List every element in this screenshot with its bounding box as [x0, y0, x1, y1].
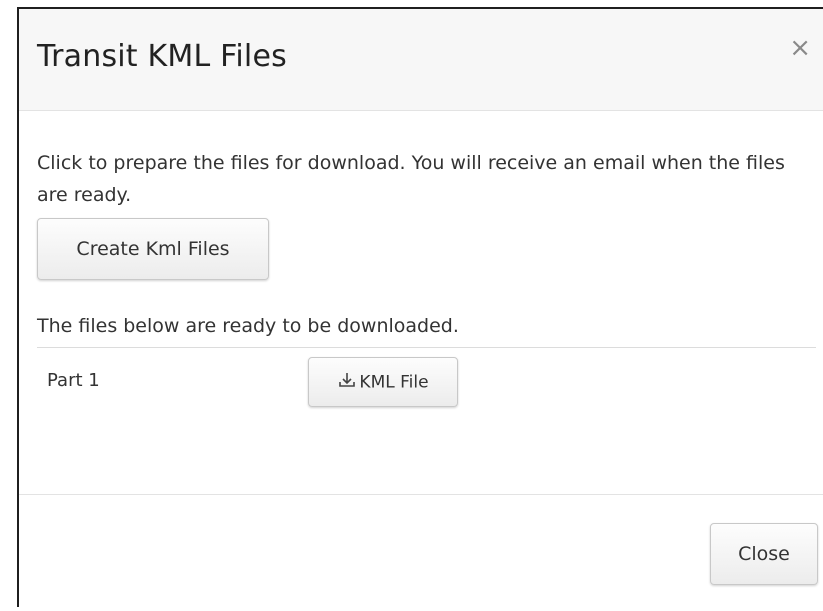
download-icon	[337, 371, 357, 394]
dialog-header: Transit KML Files ×	[19, 9, 823, 111]
ready-files-text: The files below are ready to be download…	[37, 315, 459, 337]
intro-text: Click to prepare the files for download.…	[37, 152, 785, 206]
close-button[interactable]: Close	[710, 523, 818, 585]
dialog-body: Click to prepare the files for download.…	[19, 111, 823, 495]
dialog-footer: Close	[19, 495, 823, 611]
files-table: Part 1 KML File	[37, 347, 816, 412]
table-row: Part 1 KML File	[37, 348, 816, 412]
kml-file-download-button[interactable]: KML File	[308, 357, 458, 407]
close-icon[interactable]: ×	[789, 35, 811, 61]
kml-file-label: KML File	[359, 372, 429, 392]
transit-kml-dialog: Transit KML Files × Click to prepare the…	[17, 7, 823, 607]
create-kml-files-button[interactable]: Create Kml Files	[37, 218, 269, 280]
dialog-title: Transit KML Files	[37, 39, 287, 74]
part-label: Part 1	[47, 370, 100, 391]
